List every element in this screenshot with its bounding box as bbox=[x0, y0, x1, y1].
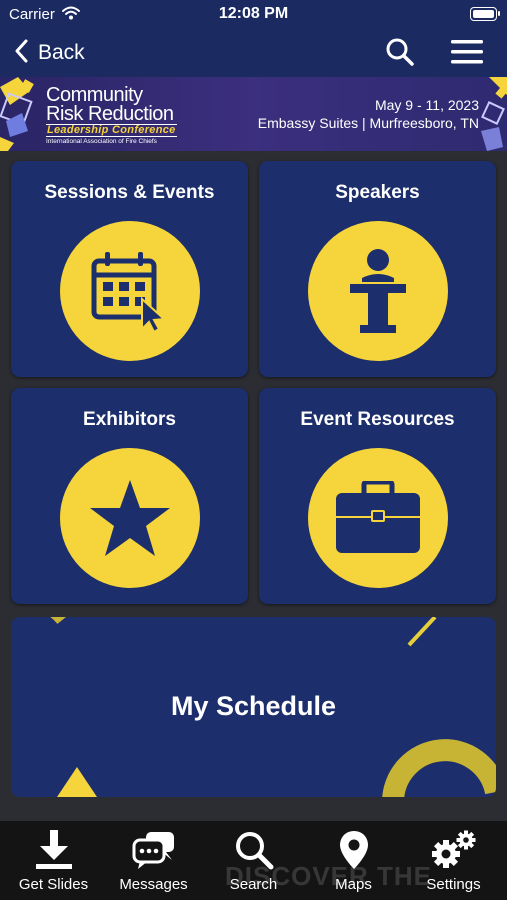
speakers-tile[interactable]: Speakers bbox=[259, 161, 496, 377]
banner-title-line2: Risk Reduction bbox=[46, 103, 174, 125]
menu-button[interactable] bbox=[451, 39, 483, 70]
decorative-geometric-shapes bbox=[0, 77, 46, 151]
briefcase-icon bbox=[307, 448, 448, 588]
status-bar: Carrier 12:08 PM bbox=[0, 0, 507, 30]
search-icon bbox=[385, 38, 415, 71]
download-icon bbox=[3, 830, 104, 870]
tab-settings[interactable]: Settings bbox=[403, 821, 504, 900]
my-schedule-label: My Schedule bbox=[170, 691, 337, 721]
back-button[interactable]: Back bbox=[14, 38, 85, 68]
tab-label: Search bbox=[229, 876, 278, 893]
tab-maps[interactable]: Maps bbox=[303, 821, 404, 900]
search-button[interactable] bbox=[385, 37, 415, 72]
calendar-icon bbox=[59, 221, 200, 361]
exhibitors-tile[interactable]: Exhibitors bbox=[11, 388, 248, 604]
battery-icon bbox=[470, 7, 500, 21]
banner-subtitle: Leadership Conference bbox=[46, 124, 177, 137]
event-resources-tile[interactable]: Event Resources bbox=[259, 388, 496, 604]
tile-label: Event Resources bbox=[300, 409, 455, 430]
tab-label: Messages bbox=[119, 876, 188, 893]
podium-icon bbox=[307, 221, 448, 361]
tab-search[interactable]: Search bbox=[203, 821, 304, 900]
chat-bubbles-icon bbox=[103, 830, 204, 870]
hamburger-menu-icon bbox=[451, 40, 483, 69]
sessions-events-tile[interactable]: Sessions & Events bbox=[11, 161, 248, 377]
tab-label: Get Slides bbox=[18, 876, 89, 893]
tile-label: Exhibitors bbox=[83, 409, 176, 430]
navigation-bar: Back bbox=[0, 30, 507, 77]
tab-messages[interactable]: Messages bbox=[103, 821, 204, 900]
back-label: Back bbox=[38, 41, 85, 64]
bottom-tab-bar: DISCOVER THE Get Slides Messages Search … bbox=[0, 821, 507, 900]
banner-date: May 9 - 11, 2023 bbox=[374, 97, 479, 113]
search-icon bbox=[203, 830, 304, 870]
tile-label: Sessions & Events bbox=[44, 182, 215, 203]
tile-label: Speakers bbox=[335, 182, 420, 203]
banner-title-line1: Community bbox=[46, 84, 143, 106]
my-schedule-tile[interactable]: My Schedule bbox=[11, 617, 496, 797]
home-grid: Sessions & Events Speakers Exhibitors Ev… bbox=[0, 151, 507, 821]
star-icon bbox=[59, 448, 200, 588]
map-pin-icon bbox=[303, 830, 404, 870]
status-time: 12:08 PM bbox=[218, 5, 289, 22]
gears-icon bbox=[403, 830, 504, 870]
tab-label: Settings bbox=[426, 876, 481, 893]
chevron-left-icon bbox=[14, 39, 28, 68]
tab-get-slides[interactable]: Get Slides bbox=[3, 821, 104, 900]
banner-organization: International Association of Fire Chiefs bbox=[46, 138, 157, 145]
banner-venue: Embassy Suites | Murfreesboro, TN bbox=[257, 115, 479, 131]
conference-banner: Community Risk Reduction Leadership Conf… bbox=[0, 77, 507, 151]
tab-label: Maps bbox=[335, 876, 372, 893]
decorative-geometric-shapes-right bbox=[477, 77, 507, 151]
